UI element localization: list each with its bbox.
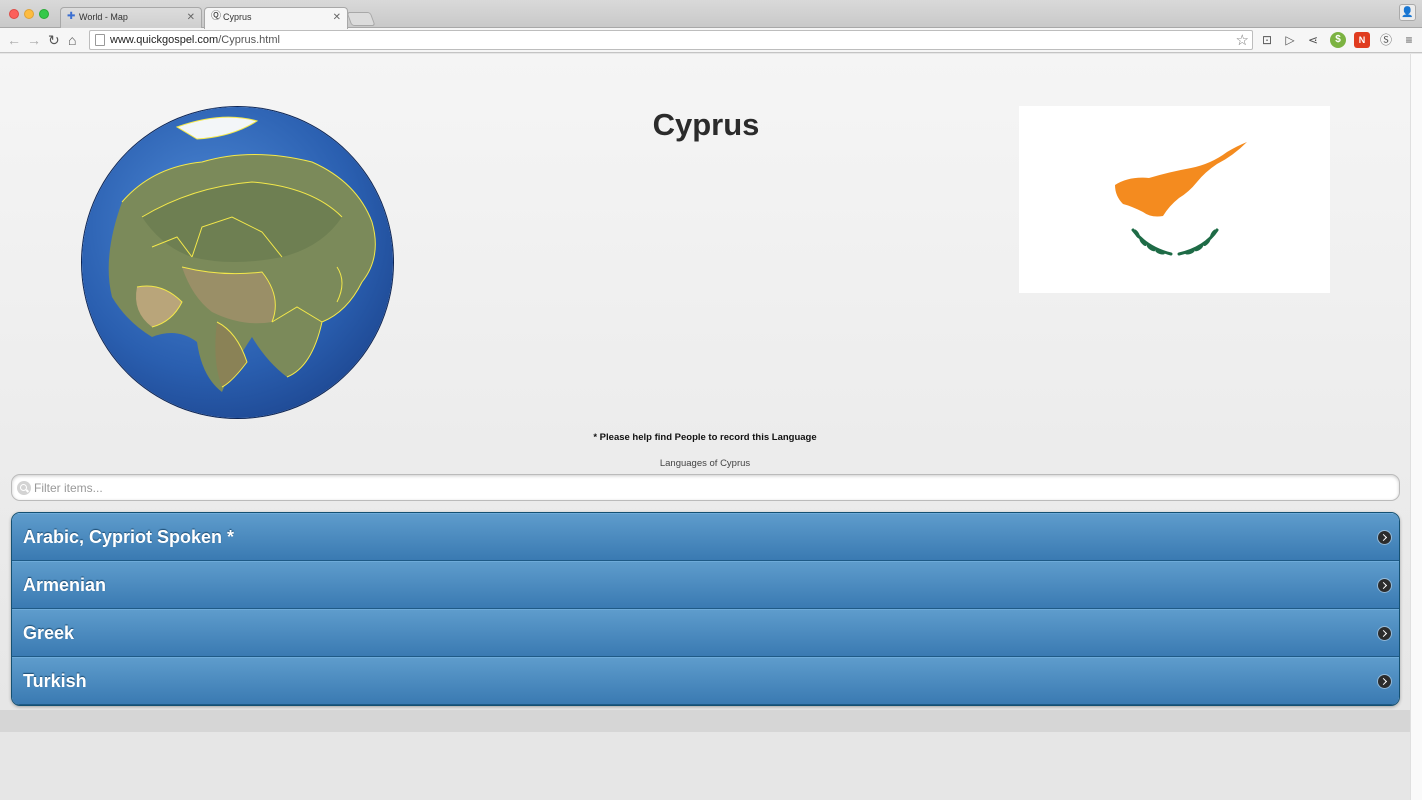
tab-title: Cyprus <box>223 12 252 22</box>
chevron-right-icon <box>1378 627 1391 640</box>
page-body: Cyprus * Please help find People to reco… <box>0 54 1410 800</box>
language-list: Arabic, Cypriot Spoken * Armenian Greek … <box>11 512 1400 706</box>
chevron-right-icon <box>1378 531 1391 544</box>
dollar-extension-icon[interactable]: $ <box>1330 32 1346 48</box>
vertical-scrollbar[interactable] <box>1410 54 1422 800</box>
tab-title: World - Map <box>79 12 128 22</box>
news-extension-icon[interactable]: N <box>1354 32 1370 48</box>
download-extension-icon[interactable]: ⊡ <box>1259 32 1275 48</box>
zoom-window-button[interactable] <box>39 9 49 19</box>
help-note: * Please help find People to record this… <box>593 432 817 443</box>
search-icon <box>17 481 31 495</box>
forward-icon[interactable]: → <box>27 32 41 48</box>
list-item-label: Armenian <box>23 575 107 595</box>
close-icon[interactable]: ✕ <box>187 12 195 23</box>
list-item-label: Arabic, Cypriot Spoken * <box>23 527 235 547</box>
page-favicon-icon: Ⓠ <box>211 11 221 22</box>
profile-icon[interactable]: 👤 <box>1399 4 1416 21</box>
tab-world-map[interactable]: ✚ World - Map ✕ <box>60 7 202 28</box>
new-tab-button[interactable] <box>346 12 376 26</box>
browser-toolbar: ← → ↻ ⌂ www.quickgospel.com/Cyprus.html … <box>0 28 1422 53</box>
list-item-label: Turkish <box>23 671 87 691</box>
sr-extension-icon[interactable]: Ⓢ <box>1378 32 1394 48</box>
url-text: www.quickgospel.com/Cyprus.html <box>110 34 280 46</box>
browser-titlebar: ✚ World - Map ✕ Ⓠ Cyprus ✕ 👤 <box>0 0 1422 29</box>
list-item[interactable]: Turkish <box>12 657 1399 705</box>
tab-cyprus[interactable]: Ⓠ Cyprus ✕ <box>204 7 348 29</box>
menu-icon[interactable]: ≡ <box>1401 32 1417 48</box>
close-window-button[interactable] <box>9 9 19 19</box>
bookmark-star-icon[interactable]: ☆ <box>1236 31 1249 49</box>
cyprus-flag-image <box>1019 106 1330 293</box>
filter-input[interactable] <box>34 479 1384 497</box>
list-item[interactable]: Greek <box>12 609 1399 657</box>
globe-image <box>82 107 393 418</box>
page-footer <box>0 710 1410 732</box>
filter-bar <box>11 474 1400 501</box>
share-icon[interactable]: ⋖ <box>1305 32 1321 48</box>
minimize-window-button[interactable] <box>24 9 34 19</box>
page-icon <box>95 34 105 46</box>
list-item[interactable]: Arabic, Cypriot Spoken * <box>12 513 1399 561</box>
plus-icon: ✚ <box>67 11 76 22</box>
list-item-label: Greek <box>23 623 75 643</box>
home-icon[interactable]: ⌂ <box>68 32 76 48</box>
play-extension-icon[interactable]: ▷ <box>1282 32 1298 48</box>
list-caption: Languages of Cyprus <box>659 458 751 469</box>
back-icon[interactable]: ← <box>7 32 21 48</box>
address-bar[interactable]: www.quickgospel.com/Cyprus.html ☆ <box>89 30 1253 50</box>
chevron-right-icon <box>1378 675 1391 688</box>
list-item[interactable]: Armenian <box>12 561 1399 609</box>
reload-icon[interactable]: ↻ <box>48 32 60 48</box>
chevron-right-icon <box>1378 579 1391 592</box>
close-icon[interactable]: ✕ <box>333 12 341 23</box>
page-title: Cyprus <box>652 107 760 142</box>
